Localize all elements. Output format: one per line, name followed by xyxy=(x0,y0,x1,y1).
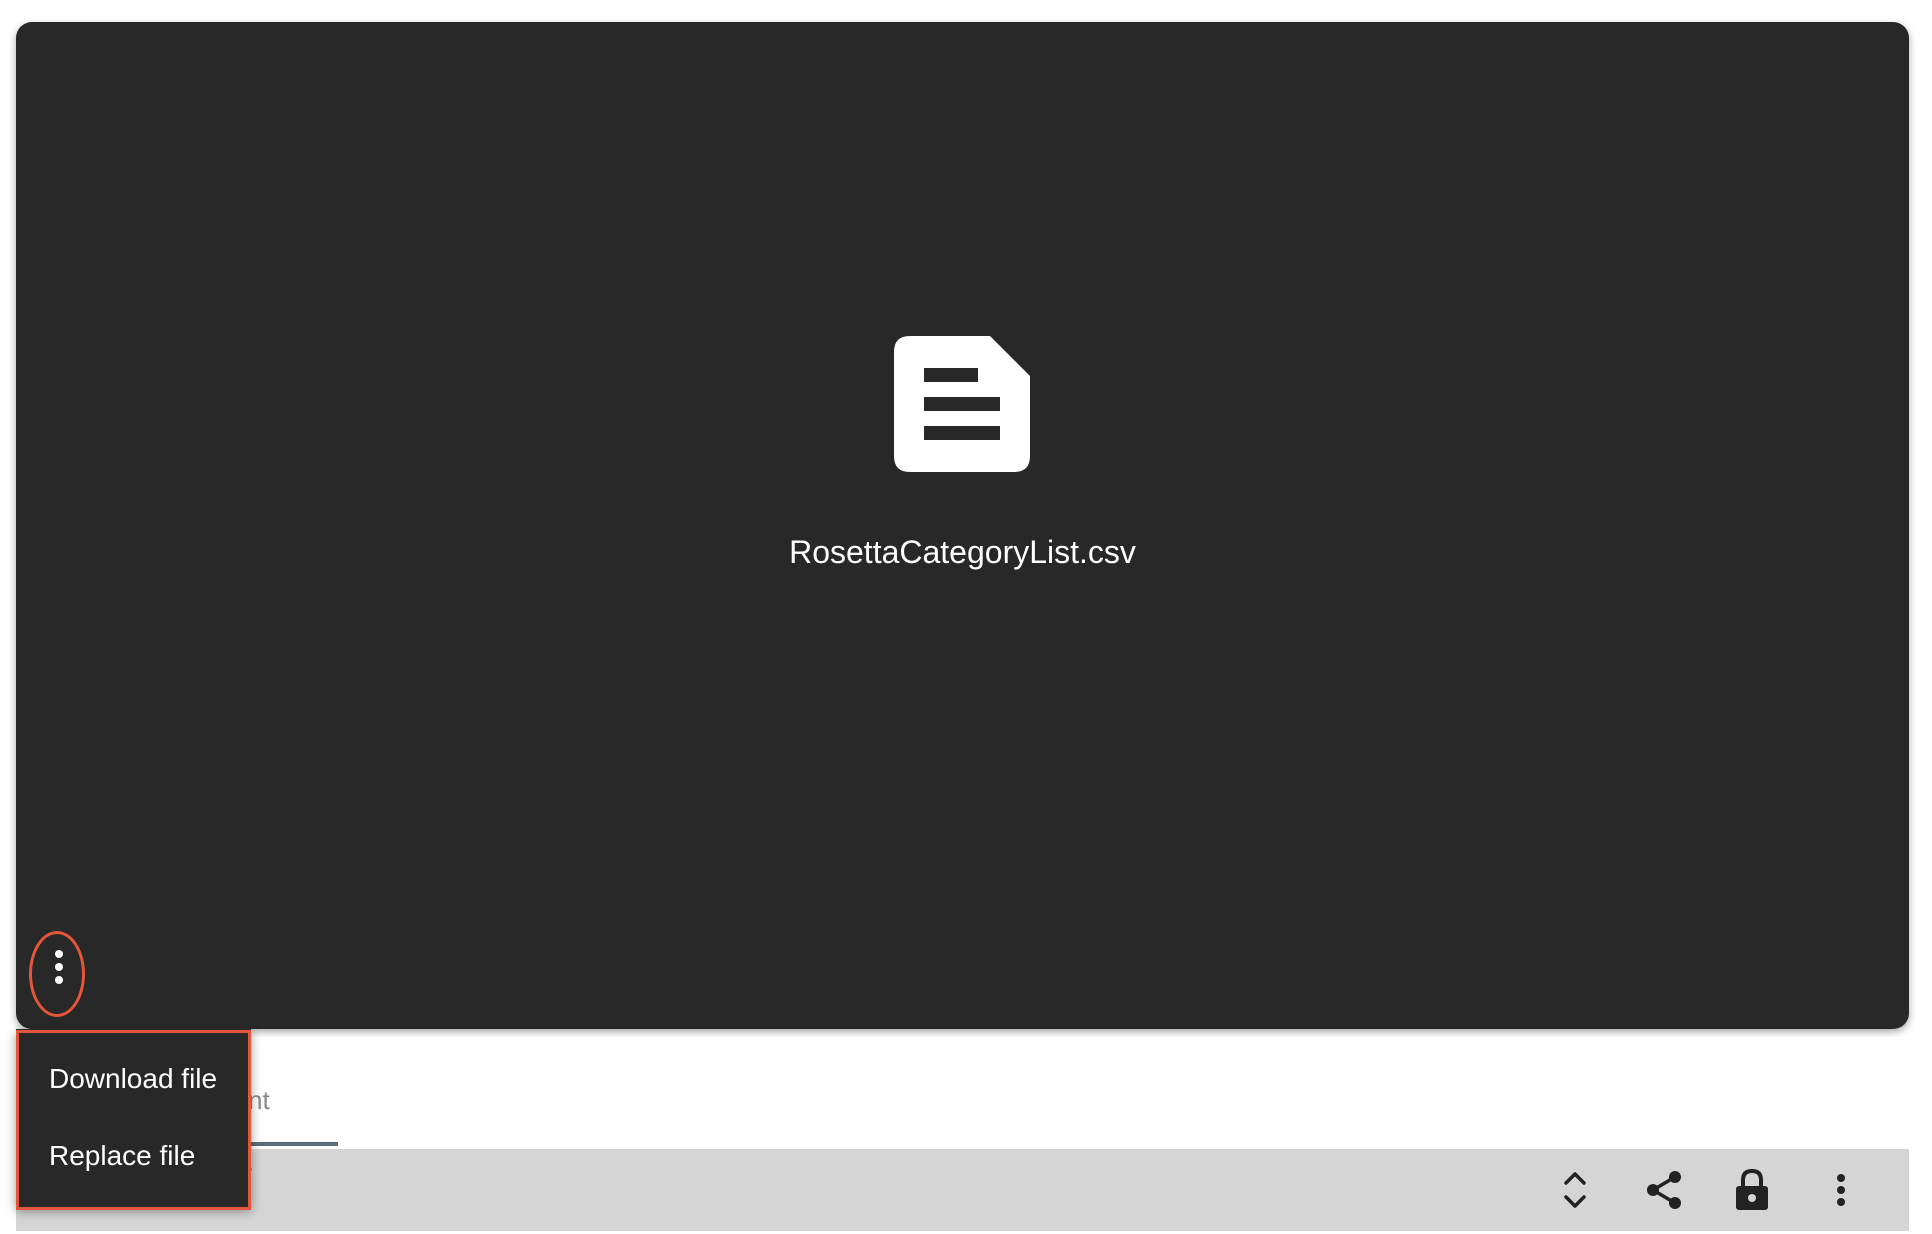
toolbar-more-button[interactable] xyxy=(1818,1167,1864,1213)
file-name: RosettaCategoryList.csv xyxy=(789,534,1136,570)
document-icon xyxy=(894,336,1030,472)
tab-label[interactable]: nt xyxy=(248,1085,270,1116)
expand-collapse-icon xyxy=(1564,1172,1586,1208)
lock-icon xyxy=(1736,1168,1768,1210)
menu-item-replace-file[interactable]: Replace file xyxy=(16,1116,251,1196)
file-more-button[interactable] xyxy=(41,934,77,1000)
share-button[interactable] xyxy=(1641,1167,1687,1213)
expand-collapse-button[interactable] xyxy=(1552,1167,1598,1213)
menu-item-download-file[interactable]: Download file xyxy=(16,1039,251,1119)
file-actions-menu: Download file Replace file xyxy=(16,1029,251,1207)
file-viewer: RosettaCategoryList.csv xyxy=(16,22,1909,1029)
more-vert-icon xyxy=(1837,1174,1845,1206)
more-vert-icon xyxy=(55,950,63,984)
tab-bar: nt xyxy=(16,1037,1909,1149)
lock-button[interactable] xyxy=(1729,1167,1775,1213)
bottom-toolbar: / xyxy=(16,1149,1909,1231)
share-icon xyxy=(1647,1171,1681,1209)
